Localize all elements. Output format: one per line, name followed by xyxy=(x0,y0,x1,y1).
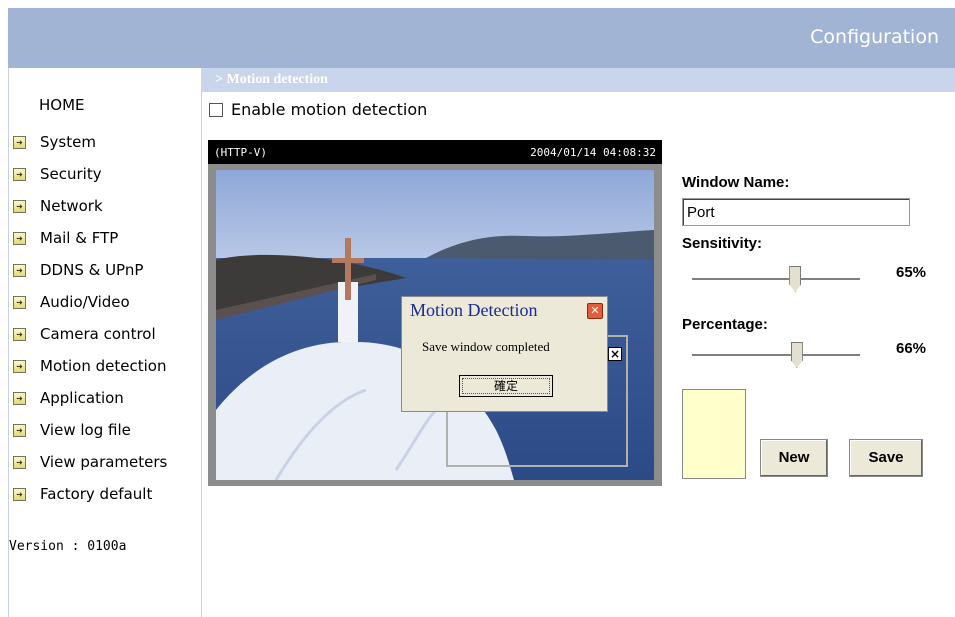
sidebar-item-motion-detection[interactable]: ➜ Motion detection xyxy=(9,350,201,382)
sensitivity-label: Sensitivity: xyxy=(682,235,763,252)
arrow-right-icon: ➜ xyxy=(13,455,26,469)
sidebar-item-view-parameters[interactable]: ➜ View parameters xyxy=(9,446,201,478)
section-title: > Motion detection xyxy=(215,72,328,87)
sidebar-item-label: View log file xyxy=(40,421,131,439)
arrow-right-icon: ➜ xyxy=(13,295,26,309)
save-dialog: Motion Detection ✕ Save window completed… xyxy=(401,296,608,412)
percentage-slider[interactable] xyxy=(692,340,860,370)
percentage-label: Percentage: xyxy=(682,316,768,333)
camera-source: (HTTP-V) xyxy=(214,146,267,159)
sidebar-item-security[interactable]: ➜ Security xyxy=(9,158,201,190)
arrow-right-icon: ➜ xyxy=(13,199,26,213)
sensitivity-slider-thumb[interactable] xyxy=(789,266,802,292)
sidebar-item-label: Network xyxy=(40,197,103,215)
sensitivity-slider[interactable] xyxy=(692,264,860,294)
sidebar-item-label: System xyxy=(40,133,96,151)
sidebar-menu: ➜ System ➜ Security ➜ Network ➜ Mail & FTP ➜… xyxy=(9,126,201,510)
dialog-title: Motion Detection xyxy=(410,300,538,320)
sidebar-home-link[interactable]: HOME xyxy=(39,96,85,114)
arrow-right-icon: ➜ xyxy=(13,391,26,405)
enable-motion-checkbox[interactable] xyxy=(209,102,223,117)
top-banner: Configuration xyxy=(8,8,955,68)
sidebar-item-label: Application xyxy=(40,389,124,407)
sidebar-item-audio-video[interactable]: ➜ Audio/Video xyxy=(9,286,201,318)
arrow-right-icon: ➜ xyxy=(13,327,26,341)
sensitivity-slider-track xyxy=(692,278,860,281)
arrow-right-icon: ➜ xyxy=(13,263,26,277)
motion-window-close-button[interactable]: × xyxy=(608,347,622,361)
dialog-title-bar: Motion Detection xyxy=(402,297,607,323)
percentage-value: 66% xyxy=(896,340,927,357)
sidebar-item-ddns-upnp[interactable]: ➜ DDNS & UPnP xyxy=(9,254,201,286)
sidebar-item-label: Audio/Video xyxy=(40,293,130,311)
section-header: > Motion detection xyxy=(201,68,955,92)
sidebar-item-factory-default[interactable]: ➜ Factory default xyxy=(9,478,201,510)
sidebar-item-label: Motion detection xyxy=(40,357,167,375)
enable-motion-label: Enable motion detection xyxy=(231,100,428,119)
camera-overlay-bar: (HTTP-V) 2004/01/14 04:08:32 xyxy=(208,140,662,164)
firmware-version: Version : 0100a xyxy=(9,539,127,554)
percentage-slider-track xyxy=(692,354,860,357)
sidebar-item-label: Camera control xyxy=(40,325,156,343)
page-title: Configuration xyxy=(810,26,939,48)
sidebar-item-label: Factory default xyxy=(40,485,153,503)
sidebar-item-system[interactable]: ➜ System xyxy=(9,126,201,158)
enable-motion-detection[interactable]: Enable motion detection xyxy=(209,100,427,119)
sidebar-item-label: View parameters xyxy=(40,453,168,471)
arrow-right-icon: ➜ xyxy=(13,423,26,437)
arrow-right-icon: ➜ xyxy=(13,135,26,149)
sidebar-item-network[interactable]: ➜ Network xyxy=(9,190,201,222)
save-button[interactable]: Save xyxy=(849,439,923,477)
arrow-right-icon: ➜ xyxy=(13,359,26,373)
sidebar: HOME ➜ System ➜ Security ➜ Network ➜ Mail & … xyxy=(8,68,202,617)
sidebar-item-application[interactable]: ➜ Application xyxy=(9,382,201,414)
dialog-ok-button[interactable]: 確定 xyxy=(459,375,553,397)
sidebar-item-camera-control[interactable]: ➜ Camera control xyxy=(9,318,201,350)
dialog-message: Save window completed xyxy=(422,339,550,354)
new-button[interactable]: New xyxy=(760,439,828,477)
arrow-right-icon: ➜ xyxy=(13,167,26,181)
sidebar-item-view-log-file[interactable]: ➜ View log file xyxy=(9,414,201,446)
window-color-swatch[interactable] xyxy=(682,389,746,479)
percentage-slider-thumb[interactable] xyxy=(790,342,803,368)
sidebar-item-mail-ftp[interactable]: ➜ Mail & FTP xyxy=(9,222,201,254)
window-name-input[interactable]: Port xyxy=(682,198,910,226)
sidebar-item-label: Mail & FTP xyxy=(40,229,119,247)
sidebar-item-label: DDNS & UPnP xyxy=(40,261,144,279)
dialog-close-icon[interactable]: ✕ xyxy=(587,303,603,319)
arrow-right-icon: ➜ xyxy=(13,487,26,501)
sensitivity-value: 65% xyxy=(896,264,927,281)
arrow-right-icon: ➜ xyxy=(13,231,26,245)
camera-timestamp: 2004/01/14 04:08:32 xyxy=(530,146,656,159)
window-name-label: Window Name: xyxy=(682,174,790,191)
sidebar-item-label: Security xyxy=(40,165,102,183)
